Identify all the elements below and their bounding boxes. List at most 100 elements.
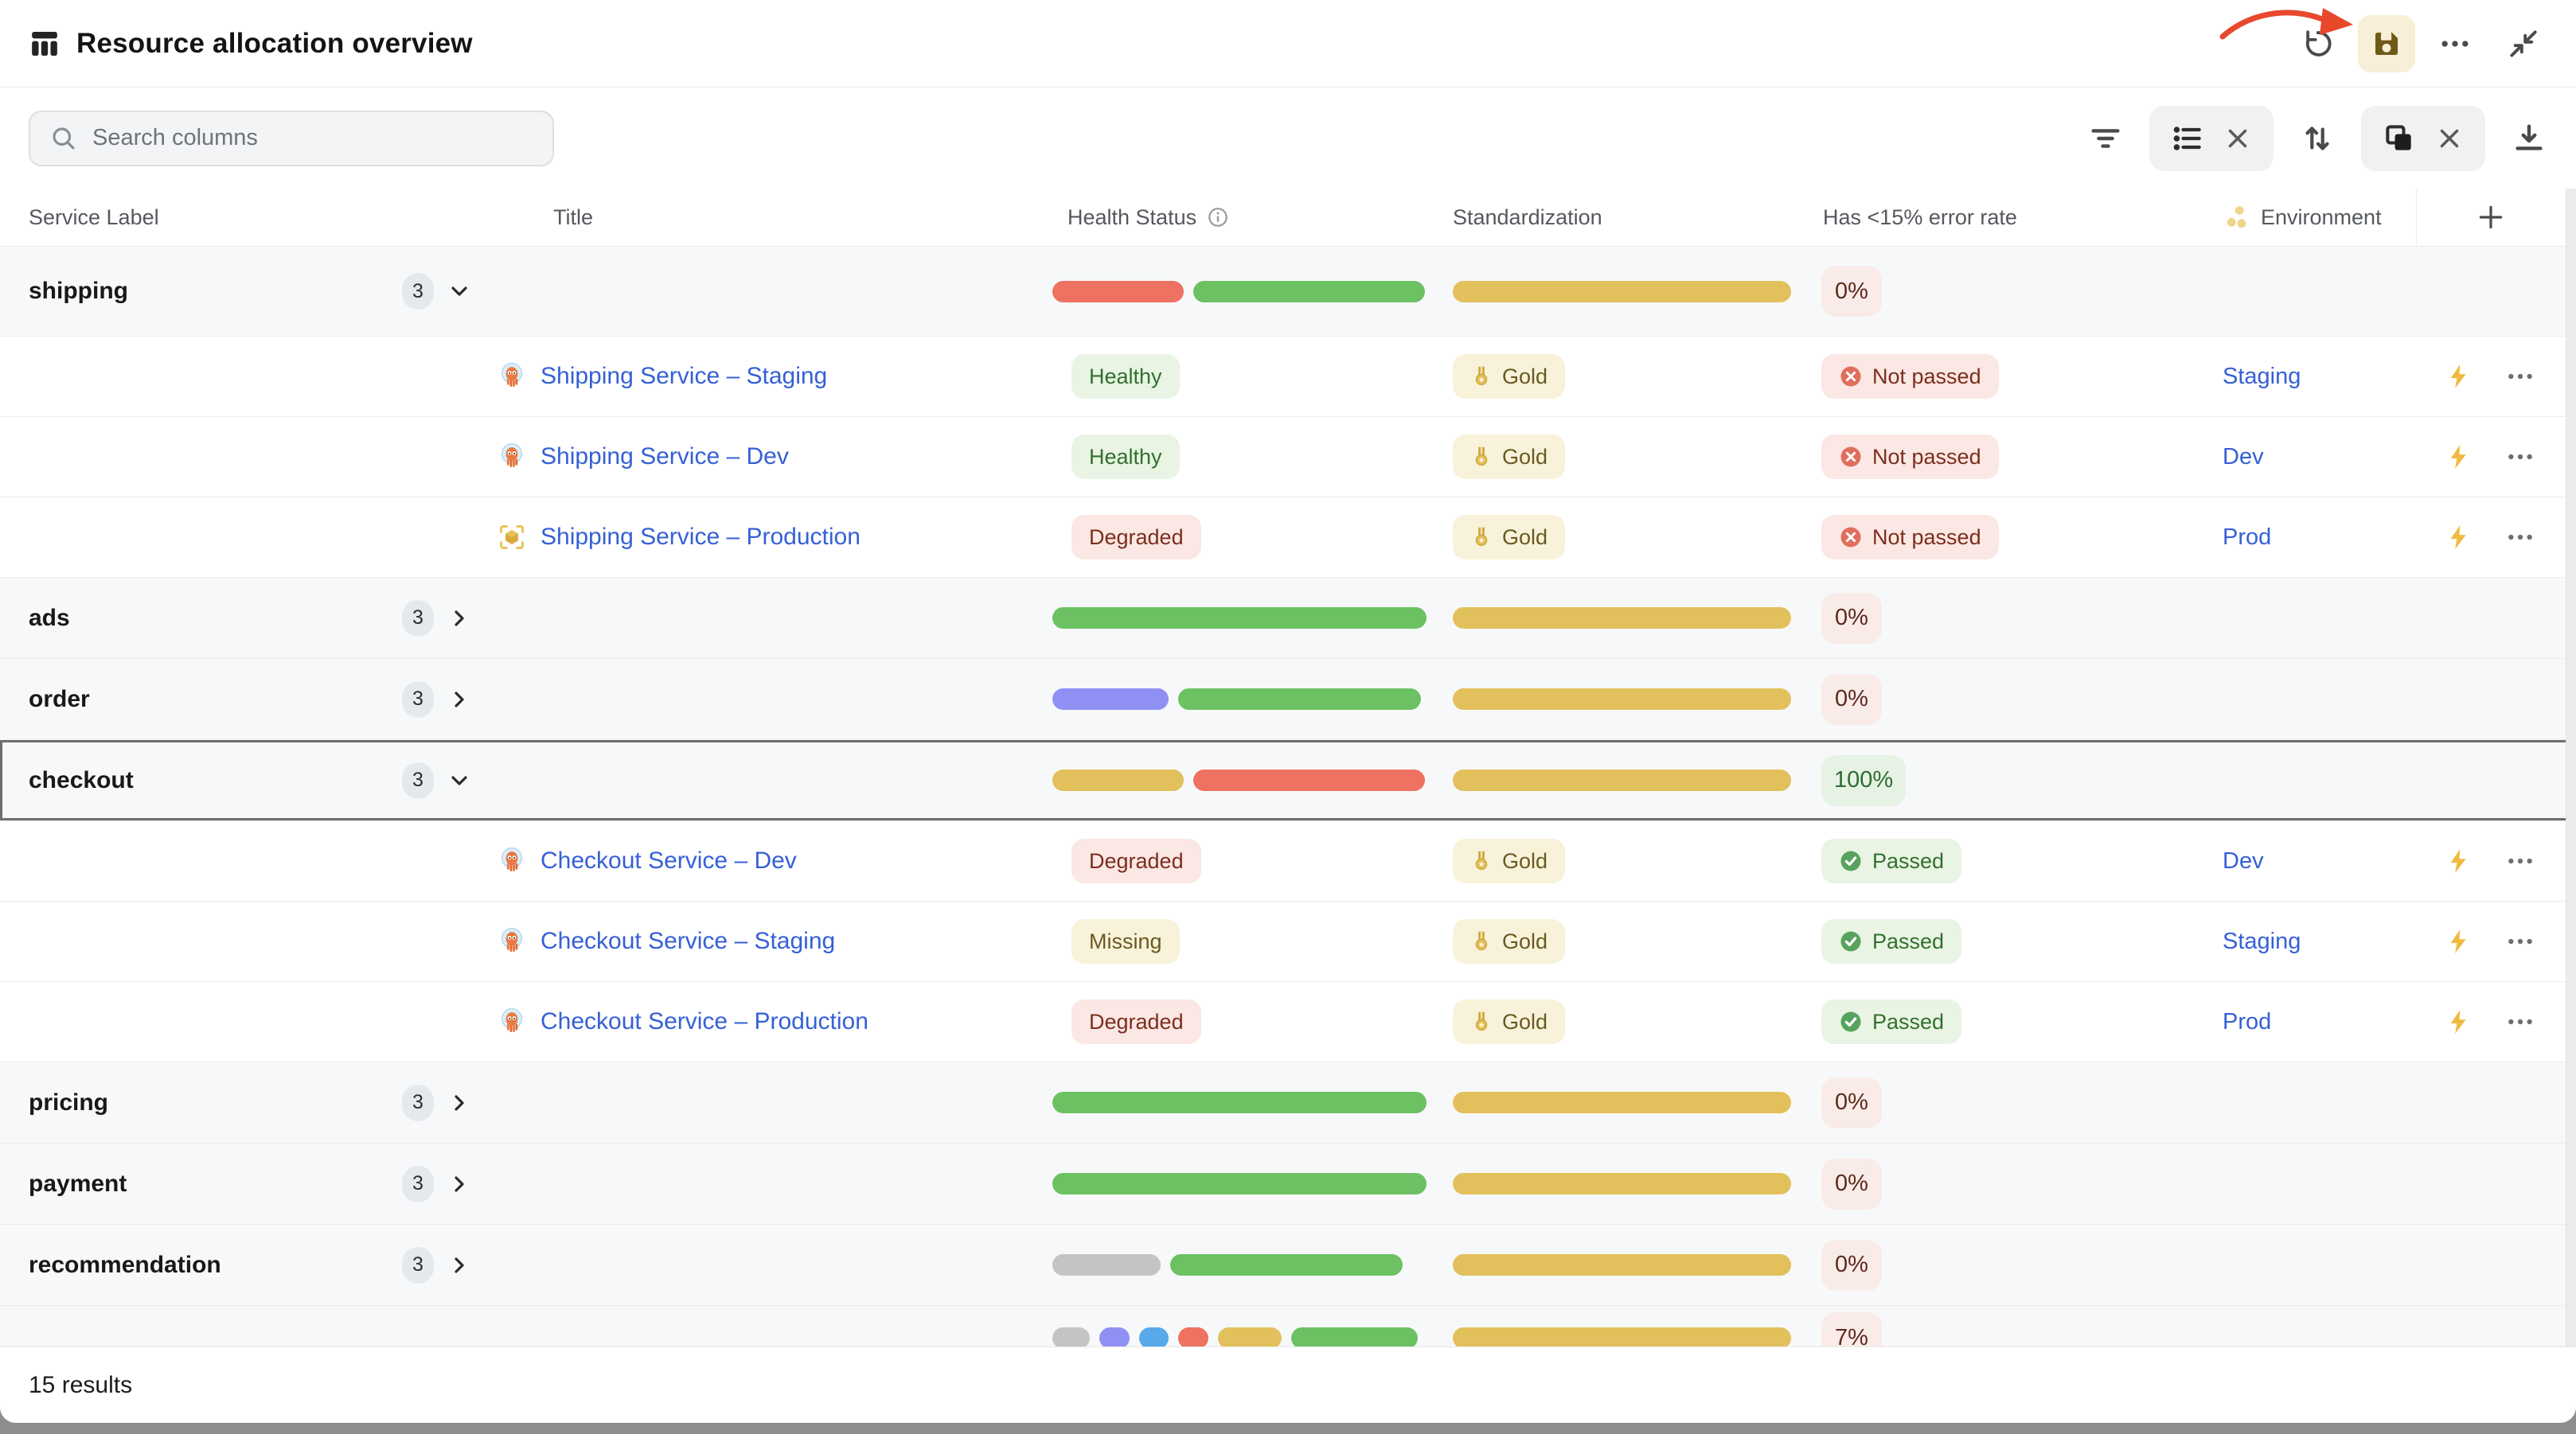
group-row[interactable]: pricing30% xyxy=(0,1062,2576,1144)
copy-columns-pill[interactable] xyxy=(2361,106,2485,171)
environment-link[interactable]: Prod xyxy=(2223,1009,2271,1035)
check-badge-label: Passed xyxy=(1872,849,1944,874)
row-menu-icon[interactable] xyxy=(2504,845,2536,877)
bar-segment-red xyxy=(1178,1327,1208,1349)
environment-link[interactable]: Prod xyxy=(2223,524,2271,551)
group-count-badge: 3 xyxy=(402,762,434,799)
group-row[interactable]: shipping30% xyxy=(0,247,2576,337)
service-title-link[interactable]: Shipping Service – Production xyxy=(541,524,861,551)
chevron-right-icon[interactable] xyxy=(447,687,472,712)
standardization-badge: Gold xyxy=(1453,515,1565,559)
row-menu-icon[interactable] xyxy=(2504,521,2536,553)
column-header-health[interactable]: Health Status xyxy=(1043,189,1433,246)
service-standardization-cell: Gold xyxy=(1433,821,1807,901)
lightning-icon[interactable] xyxy=(2444,927,2473,956)
column-header-add_column[interactable] xyxy=(2416,189,2565,246)
bar-segment-gray xyxy=(1052,1254,1161,1276)
chevron-down-icon[interactable] xyxy=(447,279,472,304)
lightning-icon[interactable] xyxy=(2444,523,2473,551)
check-badge: Passed xyxy=(1821,1000,1961,1044)
column-header-environment[interactable]: Environment xyxy=(2213,189,2416,246)
column-header-standardization[interactable]: Standardization xyxy=(1433,189,1807,246)
lightning-icon[interactable] xyxy=(2444,847,2473,875)
environment-link[interactable]: Staging xyxy=(2223,364,2301,390)
group-count-badge: 3 xyxy=(402,1085,434,1121)
column-header-title[interactable]: Title xyxy=(478,189,1043,246)
group-row[interactable]: checkout3100% xyxy=(0,740,2576,821)
group-environment-cell xyxy=(2213,578,2416,658)
group-environment-cell xyxy=(2213,1306,2416,1350)
group-environment-cell xyxy=(2213,1225,2416,1305)
service-row: Checkout Service – ProductionDegradedGol… xyxy=(0,982,2576,1062)
error-rate-badge: 7% xyxy=(1821,1312,1882,1350)
medal-icon xyxy=(1470,930,1493,953)
standardization-badge-label: Gold xyxy=(1502,929,1548,954)
chevron-right-icon[interactable] xyxy=(447,606,472,631)
chevron-right-icon[interactable] xyxy=(447,1253,472,1278)
bar-segment-blue xyxy=(1139,1327,1169,1349)
service-title-link[interactable]: Shipping Service – Dev xyxy=(541,443,789,470)
sort-icon[interactable] xyxy=(2294,115,2340,162)
table-body: shipping30%Shipping Service – StagingHea… xyxy=(0,247,2576,1350)
environment-link[interactable]: Staging xyxy=(2223,929,2301,955)
column-header-service_label[interactable]: Service Label xyxy=(0,189,478,246)
lightning-icon[interactable] xyxy=(2444,442,2473,471)
group-health-cell xyxy=(1043,740,1433,820)
group-label: payment xyxy=(29,1171,127,1198)
group-title-cell xyxy=(478,1306,1043,1350)
bar-segment-green xyxy=(1052,1173,1427,1194)
environment-link[interactable]: Dev xyxy=(2223,444,2264,470)
clear-copy-icon[interactable] xyxy=(2434,123,2465,154)
row-menu-icon[interactable] xyxy=(2504,360,2536,392)
chevron-down-icon[interactable] xyxy=(447,768,472,793)
service-title-link[interactable]: Checkout Service – Staging xyxy=(541,928,835,955)
x-circle-icon xyxy=(1839,445,1863,469)
group-environment-cell xyxy=(2213,659,2416,739)
group-count-badge: 3 xyxy=(402,1247,434,1284)
service-actions-cell xyxy=(2416,417,2565,497)
group-label: ads xyxy=(29,605,70,632)
service-title-link[interactable]: Checkout Service – Production xyxy=(541,1008,868,1035)
group-error-cell: 0% xyxy=(1807,1144,2213,1224)
undo-icon[interactable] xyxy=(2289,15,2347,72)
row-menu-icon[interactable] xyxy=(2504,1006,2536,1038)
app-header: Resource allocation overview xyxy=(0,0,2576,88)
check-badge: Not passed xyxy=(1821,515,1999,559)
search-input[interactable] xyxy=(92,125,533,151)
download-icon[interactable] xyxy=(2506,115,2552,162)
group-row[interactable]: ads30% xyxy=(0,578,2576,659)
group-actions-cell xyxy=(2416,1062,2565,1143)
chevron-right-icon[interactable] xyxy=(447,1090,472,1116)
save-icon[interactable] xyxy=(2358,15,2415,72)
clear-grouping-icon[interactable] xyxy=(2223,123,2253,154)
vertical-scrollbar[interactable] xyxy=(2566,189,2576,1346)
grouping-pill[interactable] xyxy=(2149,106,2274,171)
group-row[interactable]: order30% xyxy=(0,659,2576,740)
group-row[interactable]: 7% xyxy=(0,1306,2576,1350)
row-menu-icon[interactable] xyxy=(2504,925,2536,957)
group-health-cell xyxy=(1043,1062,1433,1143)
service-check-cell: Not passed xyxy=(1807,417,2213,497)
environment-link[interactable]: Dev xyxy=(2223,848,2264,875)
more-options-icon[interactable] xyxy=(2426,15,2484,72)
row-menu-icon[interactable] xyxy=(2504,441,2536,473)
service-health-cell: Degraded xyxy=(1043,821,1433,901)
service-title-link[interactable]: Shipping Service – Staging xyxy=(541,363,827,390)
group-health-cell xyxy=(1043,578,1433,658)
column-header-error_rate[interactable]: Has <15% error rate xyxy=(1807,189,2213,246)
filter-icon[interactable] xyxy=(2082,115,2129,162)
lightning-icon[interactable] xyxy=(2444,362,2473,391)
group-row[interactable]: payment30% xyxy=(0,1144,2576,1225)
group-health-cell xyxy=(1043,1306,1433,1350)
health-distribution-bar xyxy=(1052,770,1427,791)
group-label: order xyxy=(29,686,90,713)
search-box[interactable] xyxy=(29,111,554,166)
group-row[interactable]: recommendation30% xyxy=(0,1225,2576,1306)
standardization-badge-label: Gold xyxy=(1502,445,1548,470)
collapse-icon[interactable] xyxy=(2495,15,2552,72)
chevron-right-icon[interactable] xyxy=(447,1171,472,1197)
standardization-bar xyxy=(1453,1327,1791,1349)
bar-segment-green xyxy=(1052,1092,1427,1113)
service-title-link[interactable]: Checkout Service – Dev xyxy=(541,848,797,875)
lightning-icon[interactable] xyxy=(2444,1007,2473,1036)
